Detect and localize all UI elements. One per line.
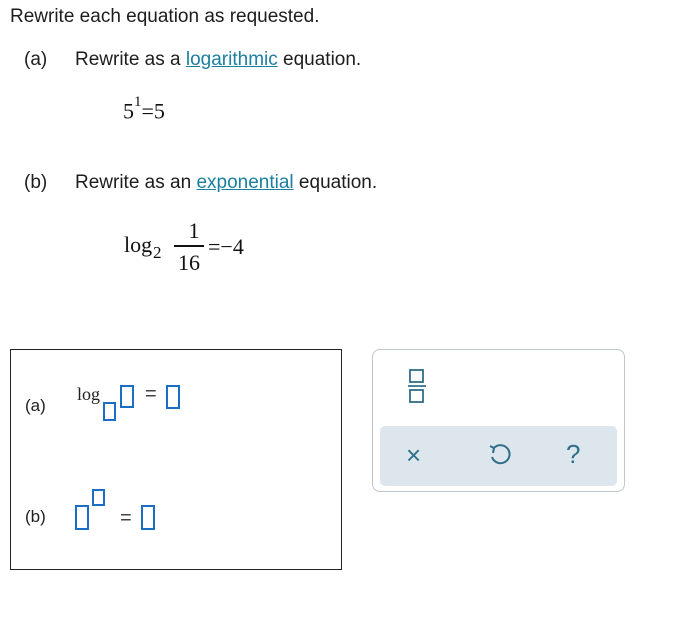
log-result-input[interactable]: [166, 385, 180, 409]
clear-button[interactable]: ×: [406, 440, 421, 470]
answer-a-equals: =: [145, 383, 157, 405]
exp-base-input[interactable]: [75, 505, 89, 530]
exp-result-input[interactable]: [141, 505, 155, 530]
eq-b-rhs: =−4: [208, 234, 244, 259]
answer-a-log: log: [77, 384, 101, 404]
eq-a-base: 5: [123, 98, 134, 124]
eq-a-rhs: =5: [141, 98, 165, 124]
part-a-instruction: Rewrite as a logarithmic equation.: [75, 49, 361, 71]
undo-icon[interactable]: [487, 443, 511, 467]
answer-b-label: (b): [25, 507, 46, 526]
part-b-equation: log 2 1 16 =−4: [124, 218, 284, 278]
instruction: Rewrite each equation as requested.: [10, 6, 320, 27]
log-argument-input[interactable]: [120, 385, 134, 408]
part-b-instruction: Rewrite as an exponential equation.: [75, 172, 377, 194]
fraction-icon[interactable]: [406, 367, 428, 405]
logarithmic-link[interactable]: logarithmic: [186, 49, 278, 70]
tool-palette: × ?: [372, 349, 625, 492]
log-base-input[interactable]: [103, 402, 116, 421]
eq-b-log: log: [124, 232, 153, 257]
help-button[interactable]: ?: [566, 439, 580, 469]
eq-a-exponent: 1: [134, 94, 142, 110]
part-a-suffix: equation.: [277, 49, 362, 70]
eq-b-subscript: 2: [153, 243, 162, 262]
eq-b-denominator: 16: [178, 250, 200, 275]
part-b-suffix: equation.: [293, 172, 378, 193]
eq-b-numerator: 1: [188, 218, 200, 243]
answer-b-equals: =: [120, 507, 132, 529]
fraction-bar: [174, 245, 204, 247]
part-a-equation: 51=5: [123, 94, 165, 124]
part-b-label: (b): [24, 172, 48, 193]
part-a-prefix: Rewrite as a: [75, 49, 186, 70]
part-b-prefix: Rewrite as an: [75, 172, 197, 193]
part-a-label: (a): [24, 49, 48, 70]
palette-actions: × ?: [380, 426, 617, 486]
answer-box: (a) log = (b) =: [10, 349, 342, 570]
answer-a-label: (a): [25, 396, 46, 415]
exponential-link[interactable]: exponential: [196, 172, 293, 193]
exp-exponent-input[interactable]: [92, 489, 105, 506]
